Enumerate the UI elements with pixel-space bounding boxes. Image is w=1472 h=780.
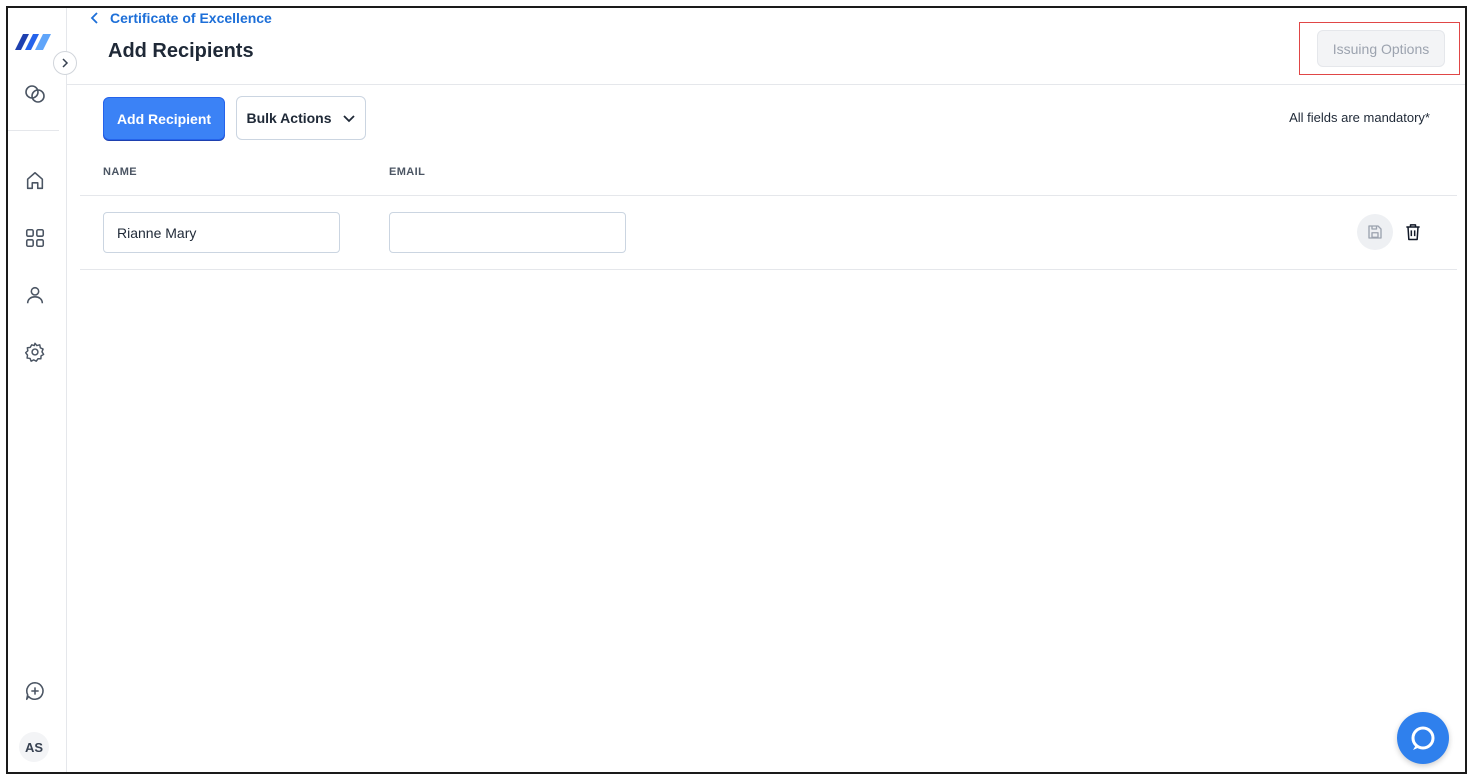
table-header-divider bbox=[80, 195, 1457, 196]
settings-icon[interactable] bbox=[22, 339, 48, 365]
column-header-email: EMAIL bbox=[389, 166, 426, 178]
home-icon[interactable] bbox=[22, 168, 48, 194]
issuing-options-button[interactable]: Issuing Options bbox=[1317, 30, 1445, 67]
page-title: Add Recipients bbox=[108, 40, 254, 62]
chat-button[interactable] bbox=[1397, 712, 1449, 764]
user-icon[interactable] bbox=[22, 282, 48, 308]
expand-sidebar-button[interactable] bbox=[53, 51, 77, 75]
sidebar-divider bbox=[8, 130, 59, 131]
email-field[interactable] bbox=[389, 212, 626, 253]
header-divider bbox=[67, 84, 1465, 85]
save-row-button[interactable] bbox=[1357, 214, 1393, 250]
avatar[interactable]: AS bbox=[19, 732, 49, 762]
add-recipient-button[interactable]: Add Recipient bbox=[103, 97, 225, 140]
app-logo[interactable] bbox=[13, 30, 53, 54]
chevron-right-icon bbox=[62, 58, 69, 68]
bulk-actions-button[interactable]: Bulk Actions bbox=[236, 96, 366, 140]
sidebar: AS bbox=[8, 8, 67, 772]
bulk-actions-label: Bulk Actions bbox=[246, 110, 332, 126]
integrations-icon[interactable] bbox=[22, 81, 48, 107]
chat-icon bbox=[1411, 726, 1435, 750]
column-header-name: NAME bbox=[103, 166, 137, 178]
breadcrumb-link[interactable]: Certificate of Excellence bbox=[110, 10, 272, 26]
chevron-down-icon bbox=[342, 115, 355, 123]
trash-icon bbox=[1406, 224, 1420, 241]
feedback-icon[interactable] bbox=[22, 678, 48, 704]
table-row-divider bbox=[80, 269, 1457, 270]
name-field[interactable] bbox=[103, 212, 340, 253]
mandatory-note: All fields are mandatory* bbox=[1289, 110, 1430, 125]
breadcrumb[interactable]: Certificate of Excellence bbox=[88, 10, 272, 26]
save-icon bbox=[1368, 225, 1382, 239]
grid-icon[interactable] bbox=[22, 225, 48, 251]
delete-row-button[interactable] bbox=[1401, 220, 1425, 244]
chevron-left-icon bbox=[90, 12, 98, 24]
app-window: AS Certificate of Excellence Add Recipie… bbox=[6, 6, 1467, 774]
